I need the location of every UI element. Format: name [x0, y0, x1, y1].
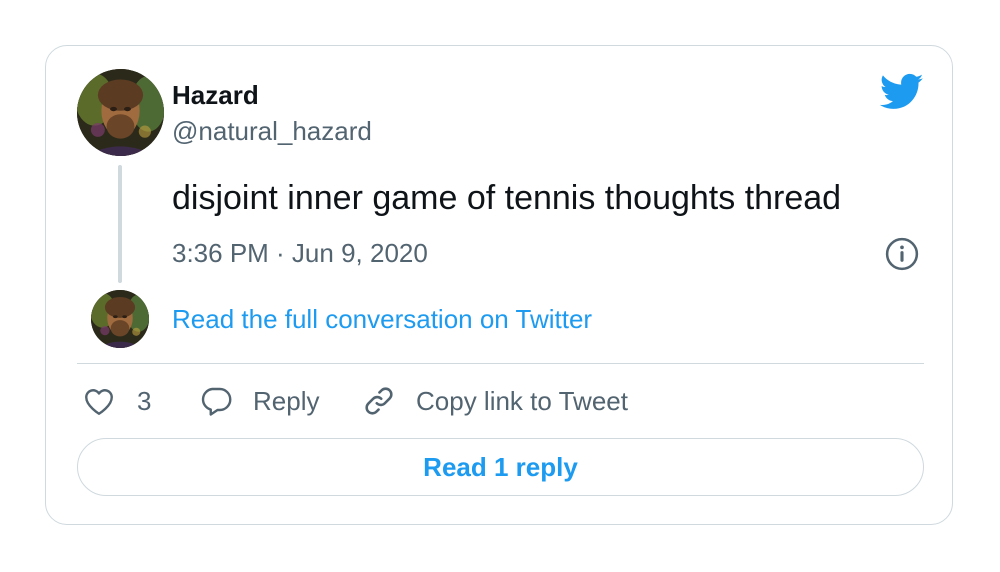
copy-link-label: Copy link to Tweet — [416, 385, 628, 416]
thread-connector-line — [118, 165, 122, 283]
info-icon[interactable] — [885, 237, 919, 271]
link-icon — [365, 387, 393, 415]
action-bar: 3 Reply Copy link to Tweet — [77, 378, 924, 424]
author-avatar[interactable] — [77, 69, 164, 156]
avatar-image — [91, 290, 149, 348]
twitter-bird-icon[interactable] — [880, 73, 924, 111]
copy-link-button[interactable]: Copy link to Tweet — [361, 378, 628, 424]
heart-icon — [85, 389, 113, 415]
avatar-image — [77, 69, 164, 156]
thread-avatar[interactable] — [91, 290, 149, 348]
reply-button[interactable]: Reply — [198, 378, 319, 424]
author-name[interactable]: Hazard — [172, 80, 259, 111]
tweet-text: disjoint inner game of tennis thoughts t… — [172, 179, 842, 217]
like-count: 3 — [137, 385, 152, 416]
tweet-card[interactable]: Hazard @natural_hazard disjoint inner ga… — [45, 45, 953, 525]
read-replies-button[interactable]: Read 1 reply — [77, 438, 924, 496]
author-handle[interactable]: @natural_hazard — [172, 116, 372, 147]
reply-label: Reply — [253, 385, 320, 416]
tweet-timestamp[interactable]: 3:36 PM · Jun 9, 2020 — [172, 238, 428, 269]
speech-bubble-icon — [201, 387, 232, 416]
like-button[interactable]: 3 — [81, 378, 151, 424]
divider — [77, 363, 924, 364]
read-full-conversation-link[interactable]: Read the full conversation on Twitter — [172, 304, 592, 335]
